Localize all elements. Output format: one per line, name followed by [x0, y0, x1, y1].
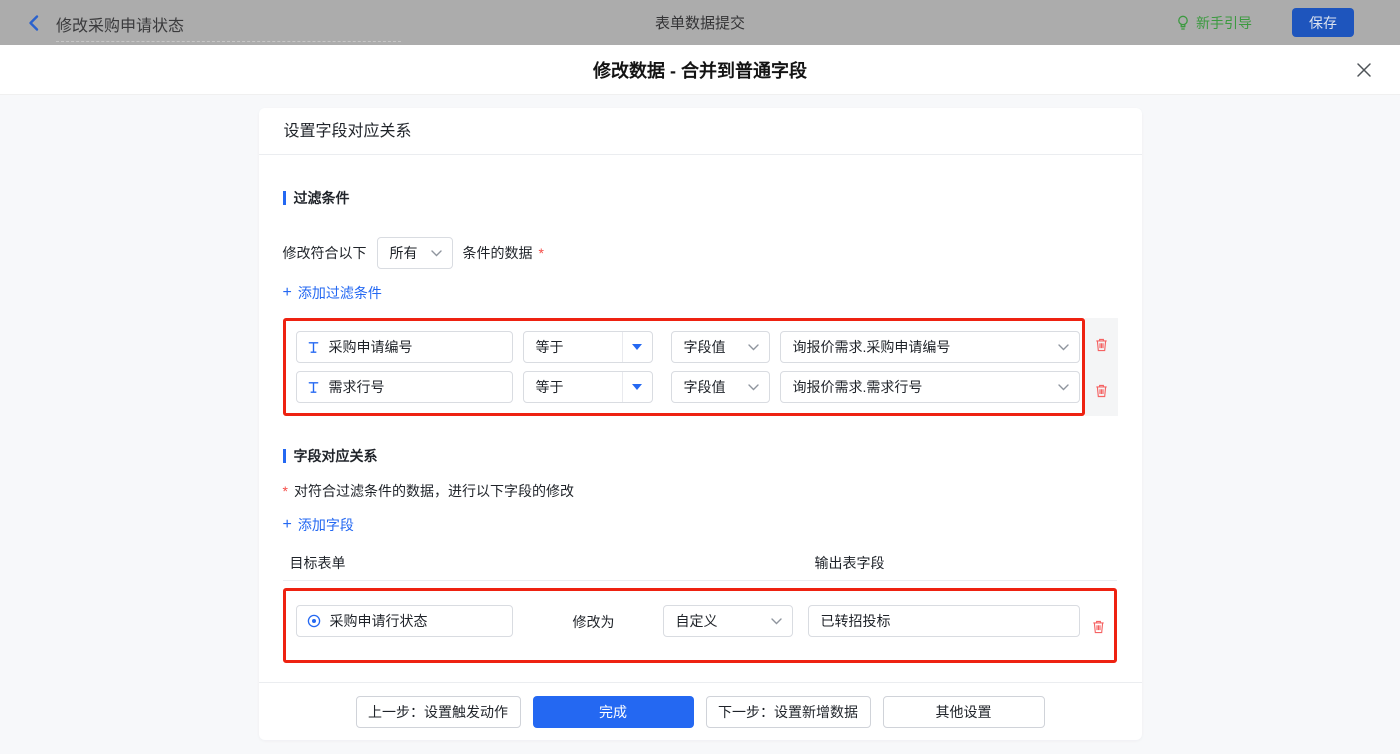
match-suffix-label: 条件的数据: [462, 245, 533, 261]
lightbulb-icon: [1176, 15, 1190, 31]
filter-value-type: 字段值: [683, 379, 726, 395]
filter-operator-select[interactable]: 等于: [522, 331, 653, 363]
filter-section-title: 过滤条件: [282, 188, 1118, 208]
mapping-field-select[interactable]: 采购申请行状态: [295, 605, 513, 637]
plus-icon: +: [282, 516, 292, 533]
filter-operator-value: 等于: [535, 379, 564, 395]
chevron-down-icon: [747, 343, 759, 351]
card-footer: 上一步：设置触发动作 完成 下一步：设置新增数据 其他设置: [258, 682, 1142, 740]
modal-header: 修改数据 - 合并到普通字段: [0, 45, 1400, 95]
mapping-section-label: 字段对应关系: [293, 448, 378, 464]
value-mode: 自定义: [675, 613, 718, 629]
output-field-column-header: 输出表字段: [814, 555, 885, 571]
filter-value: 询报价需求.需求行号: [792, 379, 923, 395]
trash-icon: [1091, 619, 1106, 634]
chevron-left-icon: [26, 14, 42, 32]
highlight-box-filters: 采购申请编号 等于 字段值 询报价需求.采购申请编号 需求行号 等于 字段值 询…: [282, 318, 1085, 416]
beginner-guide-link[interactable]: 新手引导: [1176, 13, 1252, 33]
caret-down-icon: [632, 384, 642, 390]
other-settings-button[interactable]: 其他设置: [882, 695, 1045, 728]
add-filter-condition-link[interactable]: + 添加过滤条件: [283, 283, 382, 303]
match-mode-select[interactable]: 所有: [376, 237, 453, 269]
save-button[interactable]: 保存: [1292, 8, 1354, 37]
close-button[interactable]: [1352, 58, 1376, 82]
add-field-label: 添加字段: [297, 517, 354, 533]
filter-value-type: 字段值: [683, 339, 726, 355]
modal-body: 设置字段对应关系 过滤条件 修改符合以下 所有 条件的数据 * + 添加过滤条件…: [0, 95, 1400, 754]
add-filter-condition-label: 添加过滤条件: [297, 285, 382, 301]
trash-icon: [1094, 383, 1109, 398]
filter-value-select[interactable]: 询报价需求.需求行号: [779, 371, 1080, 403]
custom-value-input[interactable]: 已转招投标: [807, 605, 1080, 637]
flow-title[interactable]: 修改采购申请状态: [56, 12, 401, 42]
radio-field-icon: [307, 614, 321, 628]
add-field-link[interactable]: + 添加字段: [283, 515, 354, 535]
required-mark: *: [282, 483, 288, 499]
chevron-down-icon: [1057, 343, 1069, 351]
section-accent-bar: [282, 449, 286, 463]
trash-icon: [1094, 337, 1109, 352]
chevron-down-icon: [770, 617, 782, 625]
filter-row: 需求行号 等于 字段值 询报价需求.需求行号: [295, 371, 1082, 403]
filter-row: 采购申请编号 等于 字段值 询报价需求.采购申请编号: [295, 331, 1082, 363]
filter-operator-value: 等于: [535, 339, 564, 355]
value-mode-select[interactable]: 自定义: [662, 605, 793, 637]
text-field-icon: [307, 381, 320, 394]
mapping-description: 对符合过滤条件的数据，进行以下字段的修改: [293, 483, 574, 499]
highlight-box-mapping: 采购申请行状态 修改为 自定义 已转招投标: [282, 588, 1117, 663]
chevron-down-icon: [747, 383, 759, 391]
mapping-settings-card: 设置字段对应关系 过滤条件 修改符合以下 所有 条件的数据 * + 添加过滤条件…: [258, 108, 1142, 740]
delete-mapping-row-button[interactable]: [1089, 616, 1109, 636]
delete-filter-row-button[interactable]: [1091, 380, 1111, 400]
filter-operator-select[interactable]: 等于: [522, 371, 653, 403]
delete-filter-row-button[interactable]: [1091, 334, 1111, 354]
section-accent-bar: [282, 191, 286, 205]
match-prefix-label: 修改符合以下: [282, 245, 367, 261]
required-mark: *: [538, 245, 544, 261]
mapping-table-header: 目标表单 输出表字段: [283, 553, 1118, 571]
card-body: 过滤条件 修改符合以下 所有 条件的数据 * + 添加过滤条件 采购申请编号 等…: [259, 155, 1142, 682]
table-header-divider: [282, 580, 1117, 581]
filter-value-type-select[interactable]: 字段值: [670, 331, 770, 363]
filter-rows-area: 采购申请编号 等于 字段值 询报价需求.采购申请编号 需求行号 等于 字段值 询…: [282, 318, 1118, 416]
mapping-field-value: 采购申请行状态: [329, 613, 428, 629]
filter-section-label: 过滤条件: [293, 190, 350, 206]
chevron-down-icon: [1057, 383, 1069, 391]
prev-step-button[interactable]: 上一步：设置触发动作: [355, 695, 521, 728]
caret-zone: [621, 372, 652, 402]
back-button[interactable]: [26, 14, 42, 32]
filter-value-select[interactable]: 询报价需求.采购申请编号: [779, 331, 1080, 363]
filter-field-select[interactable]: 需求行号: [295, 371, 513, 403]
topbar-left: 修改采购申请状态: [0, 0, 401, 45]
mapping-description-row: * 对符合过滤条件的数据，进行以下字段的修改: [283, 481, 1118, 501]
modal-title: 修改数据 - 合并到普通字段: [593, 60, 807, 81]
filter-value-type-select[interactable]: 字段值: [670, 371, 770, 403]
modify-to-label: 修改为: [572, 614, 615, 630]
next-step-button[interactable]: 下一步：设置新增数据: [705, 695, 871, 728]
filter-value: 询报价需求.采购申请编号: [792, 339, 951, 355]
match-mode-value: 所有: [389, 245, 418, 261]
topbar: 修改采购申请状态 表单数据提交 新手引导 保存: [0, 0, 1400, 45]
caret-zone: [621, 332, 652, 362]
text-field-icon: [307, 341, 320, 354]
card-title: 设置字段对应关系: [258, 108, 1142, 155]
filter-field-value: 采购申请编号: [328, 339, 413, 355]
plus-icon: +: [282, 284, 292, 301]
filter-delete-column: [1084, 318, 1118, 416]
caret-down-icon: [632, 344, 642, 350]
chevron-down-icon: [430, 249, 442, 257]
target-form-column-header: 目标表单: [289, 555, 346, 571]
mapping-section-title: 字段对应关系: [282, 446, 1118, 466]
filter-field-value: 需求行号: [328, 379, 385, 395]
modify-data-modal: 修改数据 - 合并到普通字段 设置字段对应关系 过滤条件 修改符合以下 所有 条…: [0, 45, 1400, 755]
beginner-guide-label: 新手引导: [1196, 14, 1252, 31]
close-icon: [1356, 62, 1372, 78]
match-mode-row: 修改符合以下 所有 条件的数据 *: [283, 237, 1118, 269]
done-button[interactable]: 完成: [532, 695, 694, 728]
filter-field-select[interactable]: 采购申请编号: [295, 331, 513, 363]
topbar-right: 新手引导 保存: [1176, 8, 1400, 37]
